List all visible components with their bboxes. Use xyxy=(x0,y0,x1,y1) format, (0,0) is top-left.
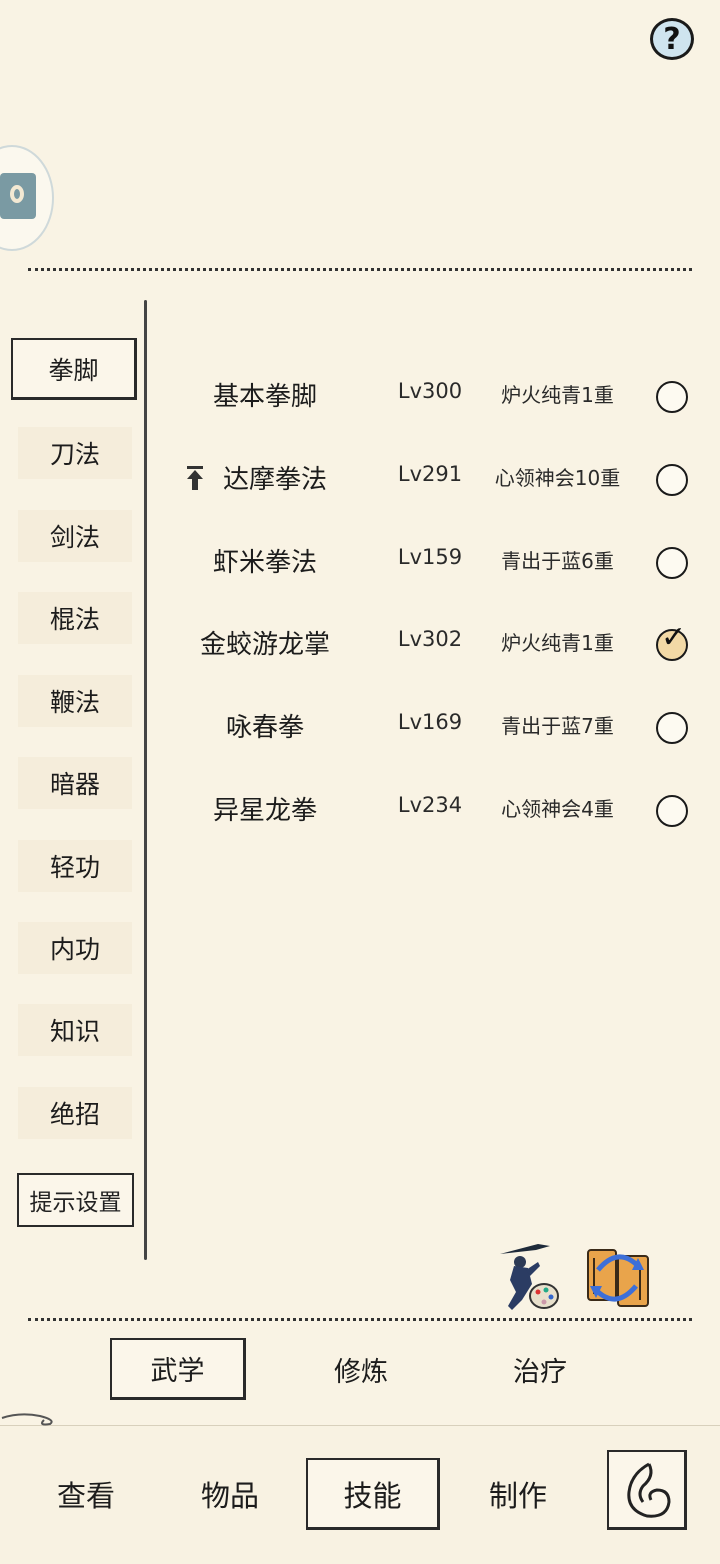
category-label: 暗器 xyxy=(49,770,100,799)
category-label: 剑法 xyxy=(49,523,100,552)
skill-name: 达摩拳法 xyxy=(222,465,327,495)
subtab-zhiliao[interactable]: 治疗 xyxy=(472,1338,608,1400)
nav-tab-zhizuo[interactable]: 制作 xyxy=(451,1458,585,1530)
nav-tab-jineng[interactable]: 技能 xyxy=(306,1458,440,1530)
category-label: 棍法 xyxy=(49,605,100,634)
skill-level: Lv300 xyxy=(397,379,463,403)
category-label: 轻功 xyxy=(49,853,100,882)
swordsman-palette-icon[interactable] xyxy=(494,1240,562,1312)
nav-tab-label: 技能 xyxy=(343,1478,402,1513)
subtab-xiulian[interactable]: 修炼 xyxy=(293,1338,429,1400)
category-label: 鞭法 xyxy=(49,688,100,717)
skill-select-radio[interactable] xyxy=(656,464,688,496)
skill-select-radio[interactable] xyxy=(656,795,688,827)
category-jianfa[interactable]: 剑法 xyxy=(18,510,132,562)
skill-select-radio[interactable] xyxy=(656,381,688,413)
skill-name: 金蛟游龙掌 xyxy=(199,630,330,660)
category-daofa[interactable]: 刀法 xyxy=(18,427,132,479)
skill-row[interactable]: 虾米拳法 Lv159 青出于蓝6重 xyxy=(160,528,700,588)
skill-row[interactable]: 基本拳脚 Lv300 炉火纯青1重 xyxy=(160,362,700,422)
category-quanjiao[interactable]: 拳脚 xyxy=(11,338,137,400)
skill-row[interactable]: 异星龙拳 Lv234 心领神会4重 xyxy=(160,776,700,836)
skill-name: 咏春拳 xyxy=(225,713,304,743)
nav-tab-label: 查看 xyxy=(56,1479,115,1513)
hint-settings-button[interactable]: 提示设置 xyxy=(17,1173,134,1227)
category-zhishi[interactable]: 知识 xyxy=(18,1004,132,1056)
skill-name: 异星龙拳 xyxy=(212,796,317,826)
skill-level: Lv302 xyxy=(397,627,463,651)
skill-realm: 心领神会4重 xyxy=(501,797,614,821)
skill-level: Lv234 xyxy=(397,793,463,817)
nav-tab-label: 物品 xyxy=(200,1479,259,1513)
category-divider xyxy=(144,300,147,1260)
category-gunfa[interactable]: 棍法 xyxy=(18,592,132,644)
category-label: 知识 xyxy=(49,1017,100,1046)
category-label: 刀法 xyxy=(49,440,100,469)
skill-level: Lv159 xyxy=(397,545,463,569)
nav-tab-chakan[interactable]: 查看 xyxy=(19,1458,153,1530)
hint-settings-label: 提示设置 xyxy=(29,1190,122,1216)
skill-row[interactable]: 金蛟游龙掌 Lv302 炉火纯青1重 ✓ xyxy=(160,610,700,670)
skill-realm: 青出于蓝7重 xyxy=(501,714,614,738)
bottom-divider xyxy=(28,1318,692,1321)
nav-tab-wupin[interactable]: 物品 xyxy=(163,1458,297,1530)
skill-realm: 心领神会10重 xyxy=(494,466,621,490)
category-anqi[interactable]: 暗器 xyxy=(18,757,132,809)
skill-realm: 青出于蓝6重 xyxy=(501,549,614,573)
skill-level: Lv169 xyxy=(397,710,463,734)
category-bianfa[interactable]: 鞭法 xyxy=(18,675,132,727)
skill-row[interactable]: 咏春拳 Lv169 青出于蓝7重 xyxy=(160,693,700,753)
category-label: 绝招 xyxy=(49,1100,100,1129)
subtab-label: 武学 xyxy=(150,1356,205,1387)
skill-row[interactable]: 达摩拳法 Lv291 心领神会10重 xyxy=(160,445,700,505)
check-mark-icon: ✓ xyxy=(661,620,687,655)
nav-tab-label: 制作 xyxy=(488,1479,547,1513)
category-label: 内功 xyxy=(49,935,100,964)
category-qinggong[interactable]: 轻功 xyxy=(18,840,132,892)
brush-stroke-decoration xyxy=(1,1413,53,1426)
top-divider xyxy=(28,268,692,271)
skill-realm: 炉火纯青1重 xyxy=(501,631,614,655)
skill-level: Lv291 xyxy=(397,462,463,486)
back-swirl-icon xyxy=(627,1462,671,1518)
skill-select-radio[interactable] xyxy=(656,547,688,579)
skill-name: 基本拳脚 xyxy=(212,382,317,412)
skill-select-radio[interactable] xyxy=(656,712,688,744)
subtab-wuxue[interactable]: 武学 xyxy=(110,1338,246,1400)
side-character-badge[interactable] xyxy=(0,145,54,251)
character-portrait-icon xyxy=(0,173,36,219)
help-button[interactable]: ? xyxy=(650,18,694,60)
category-neigong[interactable]: 内功 xyxy=(18,922,132,974)
skill-realm: 炉火纯青1重 xyxy=(501,383,614,407)
back-button[interactable] xyxy=(607,1450,687,1530)
subtab-label: 治疗 xyxy=(513,1356,567,1388)
skill-select-radio-checked[interactable]: ✓ xyxy=(656,623,688,661)
category-label: 拳脚 xyxy=(48,355,99,385)
question-mark-icon: ? xyxy=(663,21,681,57)
subtab-label: 修炼 xyxy=(334,1356,388,1388)
category-juezhao[interactable]: 绝招 xyxy=(18,1087,132,1139)
swap-scroll-icon[interactable] xyxy=(584,1240,652,1312)
skill-name: 虾米拳法 xyxy=(212,548,317,578)
